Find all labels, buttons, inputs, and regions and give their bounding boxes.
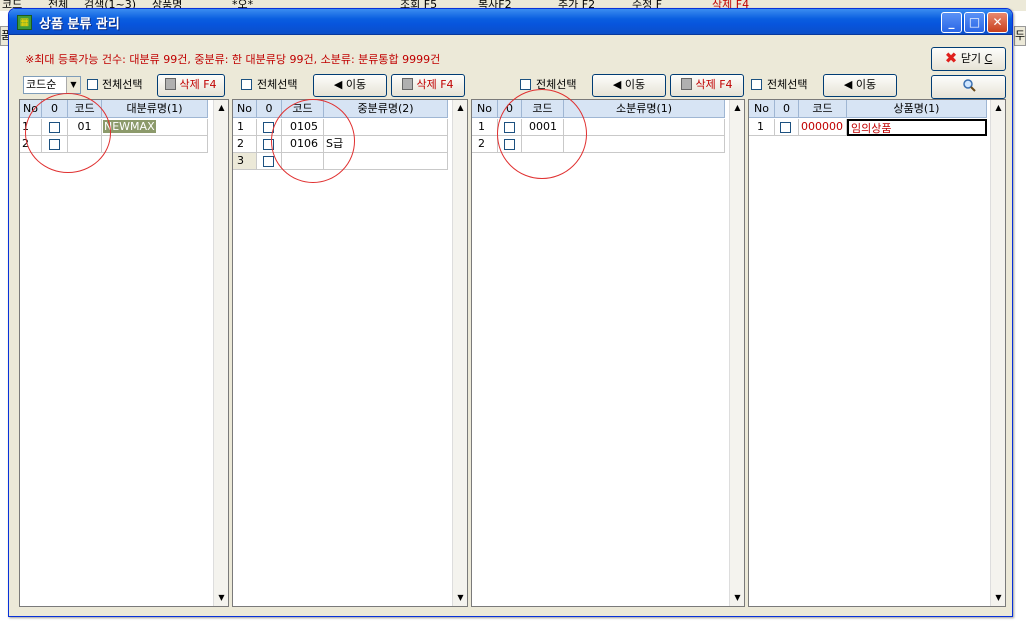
move-middle-button[interactable]: ◀ 이동 <box>313 74 387 97</box>
select-all-label: 전체선택 <box>767 78 808 91</box>
delete-label: 삭제 F4 <box>416 78 454 91</box>
close-label: 닫기 <box>960 52 982 65</box>
notice-text: ※최대 등록가능 건수: 대분류 99건, 중분류: 한 대분류당 99건, 소… <box>25 53 441 66</box>
column-header[interactable]: No <box>472 100 498 118</box>
select-all-checkbox-major[interactable] <box>87 79 98 90</box>
title-bar[interactable]: ▦ 상품 분류 관리 _ □ ✕ <box>9 9 1012 35</box>
minimize-button[interactable]: _ <box>941 12 962 33</box>
name-cell[interactable] <box>564 119 725 136</box>
select-all-label: 전체선택 <box>102 78 143 91</box>
column-header[interactable]: 대분류명(1) <box>102 100 208 118</box>
major-category-grid: No 0 코드 대분류명(1) 1 01 NEWMAX 2 ▲ ▼ <box>19 99 229 607</box>
delete-minor-button[interactable]: 삭제 F4 <box>670 74 744 97</box>
row-number: 3 <box>233 153 257 170</box>
select-all-checkbox-minor[interactable] <box>520 79 531 90</box>
delete-label: 삭제 F4 <box>695 78 733 91</box>
vertical-scrollbar[interactable]: ▲ ▼ <box>452 100 467 606</box>
row-number: 1 <box>472 119 498 136</box>
annotation-circle <box>271 99 355 183</box>
bg-right-tab: 두 <box>1014 26 1026 46</box>
scroll-down-icon[interactable]: ▼ <box>453 590 467 606</box>
scroll-up-icon[interactable]: ▲ <box>991 100 1005 116</box>
name-cell[interactable] <box>102 136 208 153</box>
category-manager-window: ▦ 상품 분류 관리 _ □ ✕ ※최대 등록가능 건수: 대분류 99건, 중… <box>8 8 1013 617</box>
column-header[interactable]: No <box>233 100 257 118</box>
sort-select[interactable]: 코드순 ▼ <box>23 76 81 94</box>
column-header[interactable]: 상품명(1) <box>847 100 987 118</box>
chevron-down-icon[interactable]: ▼ <box>66 77 80 93</box>
row-checkbox[interactable] <box>780 122 791 133</box>
window-close-button[interactable]: ✕ <box>987 12 1008 33</box>
column-header[interactable]: 소분류명(1) <box>564 100 725 118</box>
close-x-icon: ✖ <box>944 49 958 67</box>
magnifier-icon <box>962 79 976 92</box>
select-all-checkbox-product[interactable] <box>751 79 762 90</box>
annotation-circle <box>25 93 111 173</box>
select-all-checkbox-middle[interactable] <box>241 79 252 90</box>
row-number: 1 <box>233 119 257 136</box>
search-button[interactable] <box>931 75 1006 99</box>
select-all-label: 전체선택 <box>257 78 298 91</box>
scroll-down-icon[interactable]: ▼ <box>991 590 1005 606</box>
delete-middle-button[interactable]: 삭제 F4 <box>391 74 465 97</box>
scroll-up-icon[interactable]: ▲ <box>730 100 744 116</box>
scroll-down-icon[interactable]: ▼ <box>730 590 744 606</box>
minor-category-grid: No 0 코드 소분류명(1) 1 0001 2 ▲ ▼ <box>471 99 745 607</box>
close-button[interactable]: ✖ 닫기 C <box>931 47 1006 71</box>
app-icon: ▦ <box>17 15 32 30</box>
middle-category-grid: No 0 코드 중분류명(2) 1 0105 2 0106 S급 3 ▲ ▼ <box>232 99 468 607</box>
scroll-down-icon[interactable]: ▼ <box>214 590 228 606</box>
vertical-scrollbar[interactable]: ▲ ▼ <box>990 100 1005 606</box>
row-checkbox-cell[interactable] <box>775 119 799 136</box>
vertical-scrollbar[interactable]: ▲ ▼ <box>213 100 228 606</box>
vertical-scrollbar[interactable]: ▲ ▼ <box>729 100 744 606</box>
sort-select-value: 코드순 <box>26 78 57 91</box>
row-checkbox[interactable] <box>263 156 274 167</box>
column-header[interactable]: No <box>749 100 775 118</box>
trash-icon <box>681 78 693 90</box>
row-number: 2 <box>233 136 257 153</box>
move-minor-button[interactable]: ◀ 이동 <box>592 74 666 97</box>
column-header[interactable]: 0 <box>775 100 799 118</box>
window-title: 상품 분류 관리 <box>39 17 120 32</box>
table-row[interactable]: 1 000000 임의상품 <box>749 119 987 136</box>
scroll-up-icon[interactable]: ▲ <box>214 100 228 116</box>
row-number: 1 <box>749 119 775 136</box>
move-product-button[interactable]: ◀ 이동 <box>823 74 897 97</box>
delete-major-button[interactable]: 삭제 F4 <box>157 74 225 97</box>
trash-icon <box>402 78 414 90</box>
annotation-circle <box>497 89 587 179</box>
delete-label: 삭제 F4 <box>179 78 217 91</box>
trash-icon <box>165 78 177 90</box>
name-cell[interactable] <box>564 136 725 153</box>
row-number: 2 <box>472 136 498 153</box>
column-header[interactable]: 코드 <box>799 100 847 118</box>
maximize-button[interactable]: □ <box>964 12 985 33</box>
code-cell[interactable]: 000000 <box>799 119 847 136</box>
scroll-up-icon[interactable]: ▲ <box>453 100 467 116</box>
name-cell[interactable]: NEWMAX <box>102 119 208 136</box>
close-shortcut: C <box>984 52 993 65</box>
product-grid: No 0 코드 상품명(1) 1 000000 임의상품 ▲ ▼ <box>748 99 1006 607</box>
name-cell[interactable]: 임의상품 <box>847 119 987 136</box>
